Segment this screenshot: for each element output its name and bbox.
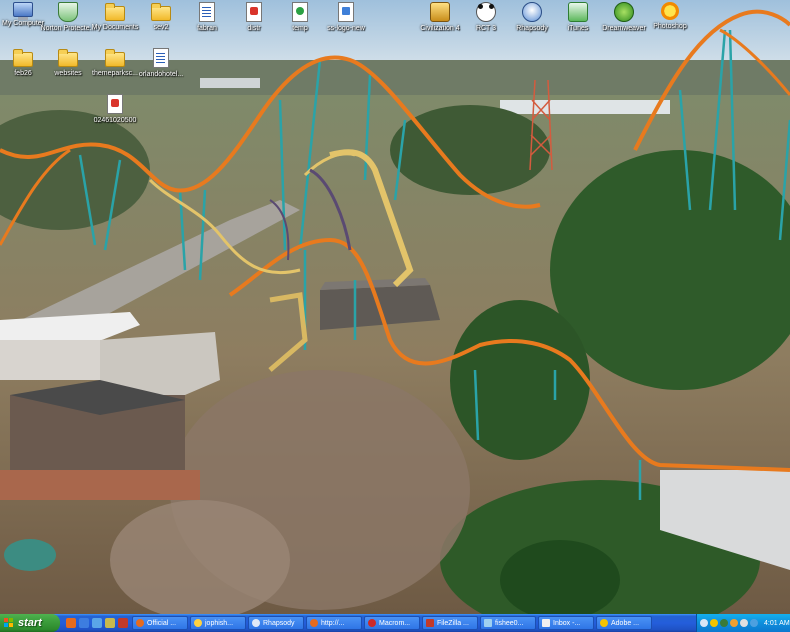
show-desktop-icon[interactable] bbox=[92, 618, 102, 628]
taskbar-item-filezilla[interactable]: FileZilla ... bbox=[422, 616, 478, 630]
task-label: Macrom... bbox=[379, 619, 411, 627]
taskbar: start Official ... jophish... Rhapsody h… bbox=[0, 614, 790, 632]
filezilla-icon[interactable] bbox=[118, 618, 128, 628]
taskbar-item-fishee[interactable]: fishee0... bbox=[480, 616, 536, 630]
adobe-icon bbox=[600, 619, 608, 627]
rhapsody-icon bbox=[252, 619, 260, 627]
word-document-icon bbox=[199, 2, 215, 22]
taskbar-item-adobe[interactable]: Adobe ... bbox=[596, 616, 652, 630]
taskbar-item-rhapsody[interactable]: Rhapsody bbox=[248, 616, 304, 630]
taskbar-clock[interactable]: 4:01 AM bbox=[764, 620, 790, 627]
task-label: Inbox -... bbox=[553, 619, 581, 627]
system-tray: 4:01 AM bbox=[696, 614, 790, 632]
task-label: Official ... bbox=[147, 619, 177, 627]
quick-launch-bar bbox=[60, 618, 132, 628]
windows-logo-icon bbox=[4, 618, 14, 628]
task-label: Adobe ... bbox=[611, 619, 640, 627]
computer-icon bbox=[13, 2, 33, 20]
filezilla-icon bbox=[426, 619, 434, 627]
norton-tray-icon[interactable] bbox=[710, 619, 718, 627]
mail-icon bbox=[542, 619, 550, 627]
messenger-icon bbox=[194, 619, 202, 627]
desktop-icon-photoshop[interactable]: Photoshop bbox=[639, 2, 701, 31]
taskbar-item-http[interactable]: http://... bbox=[306, 616, 362, 630]
taskbar-tasks: Official ... jophish... Rhapsody http://… bbox=[132, 616, 696, 630]
folder-shortcut-icon[interactable] bbox=[105, 618, 115, 628]
folder-icon bbox=[58, 49, 78, 67]
taskbar-item-jophish[interactable]: jophish... bbox=[190, 616, 246, 630]
image-file-icon bbox=[338, 2, 354, 22]
setup-file-icon bbox=[292, 2, 308, 22]
desktop-wallpaper bbox=[0, 0, 790, 614]
amusement-park-photo bbox=[0, 0, 790, 614]
desktop-icon-orlandohotel[interactable]: orlandohotel... bbox=[130, 48, 192, 79]
task-label: fishee0... bbox=[495, 619, 524, 627]
macromedia-icon bbox=[368, 619, 376, 627]
messenger-tray-icon[interactable] bbox=[730, 619, 738, 627]
firefox-icon[interactable] bbox=[66, 618, 76, 628]
civilization-icon bbox=[430, 2, 450, 22]
image-viewer-icon bbox=[484, 619, 492, 627]
desktop-icon-ss-logo-new[interactable]: ss-logo-new bbox=[315, 2, 377, 33]
start-button[interactable]: start bbox=[0, 614, 60, 632]
image-file-icon bbox=[107, 94, 123, 114]
taskbar-item-inbox[interactable]: Inbox -... bbox=[538, 616, 594, 630]
firefox-icon bbox=[136, 619, 144, 627]
folder-icon bbox=[13, 49, 33, 67]
rct3-panda-icon bbox=[476, 2, 496, 22]
task-label: jophish... bbox=[205, 619, 234, 627]
task-label: Rhapsody bbox=[263, 619, 295, 627]
documents-folder-icon bbox=[105, 3, 125, 21]
desktop-icon-label: orlandohotel... bbox=[138, 71, 184, 78]
dreamweaver-icon bbox=[614, 2, 634, 22]
update-icon[interactable] bbox=[750, 619, 758, 627]
volume-icon[interactable] bbox=[740, 619, 748, 627]
desktop-icon-label: Photoshop bbox=[653, 23, 687, 30]
taskbar-item-macromedia[interactable]: Macrom... bbox=[364, 616, 420, 630]
task-label: FileZilla ... bbox=[437, 619, 469, 627]
folder-icon bbox=[105, 49, 125, 67]
desktop-icon-02461020500[interactable]: 02461020500 bbox=[84, 94, 146, 125]
ie-icon[interactable] bbox=[79, 618, 89, 628]
start-label: start bbox=[18, 617, 42, 629]
desktop-icon-label: ss-logo-new bbox=[327, 25, 365, 32]
network-icon[interactable] bbox=[700, 619, 708, 627]
norton-shield-icon bbox=[58, 2, 78, 22]
firefox-icon bbox=[310, 619, 318, 627]
taskbar-item-official[interactable]: Official ... bbox=[132, 616, 188, 630]
rhapsody-icon bbox=[522, 2, 542, 22]
text-file-icon bbox=[153, 48, 169, 68]
photoshop-icon bbox=[661, 2, 679, 20]
itunes-icon bbox=[568, 2, 588, 22]
task-label: http://... bbox=[321, 619, 345, 627]
desktop-icon-label: 02461020500 bbox=[93, 117, 137, 124]
antivirus-tray-icon[interactable] bbox=[720, 619, 728, 627]
pdf-document-icon bbox=[246, 2, 262, 22]
folder-icon bbox=[151, 3, 171, 21]
